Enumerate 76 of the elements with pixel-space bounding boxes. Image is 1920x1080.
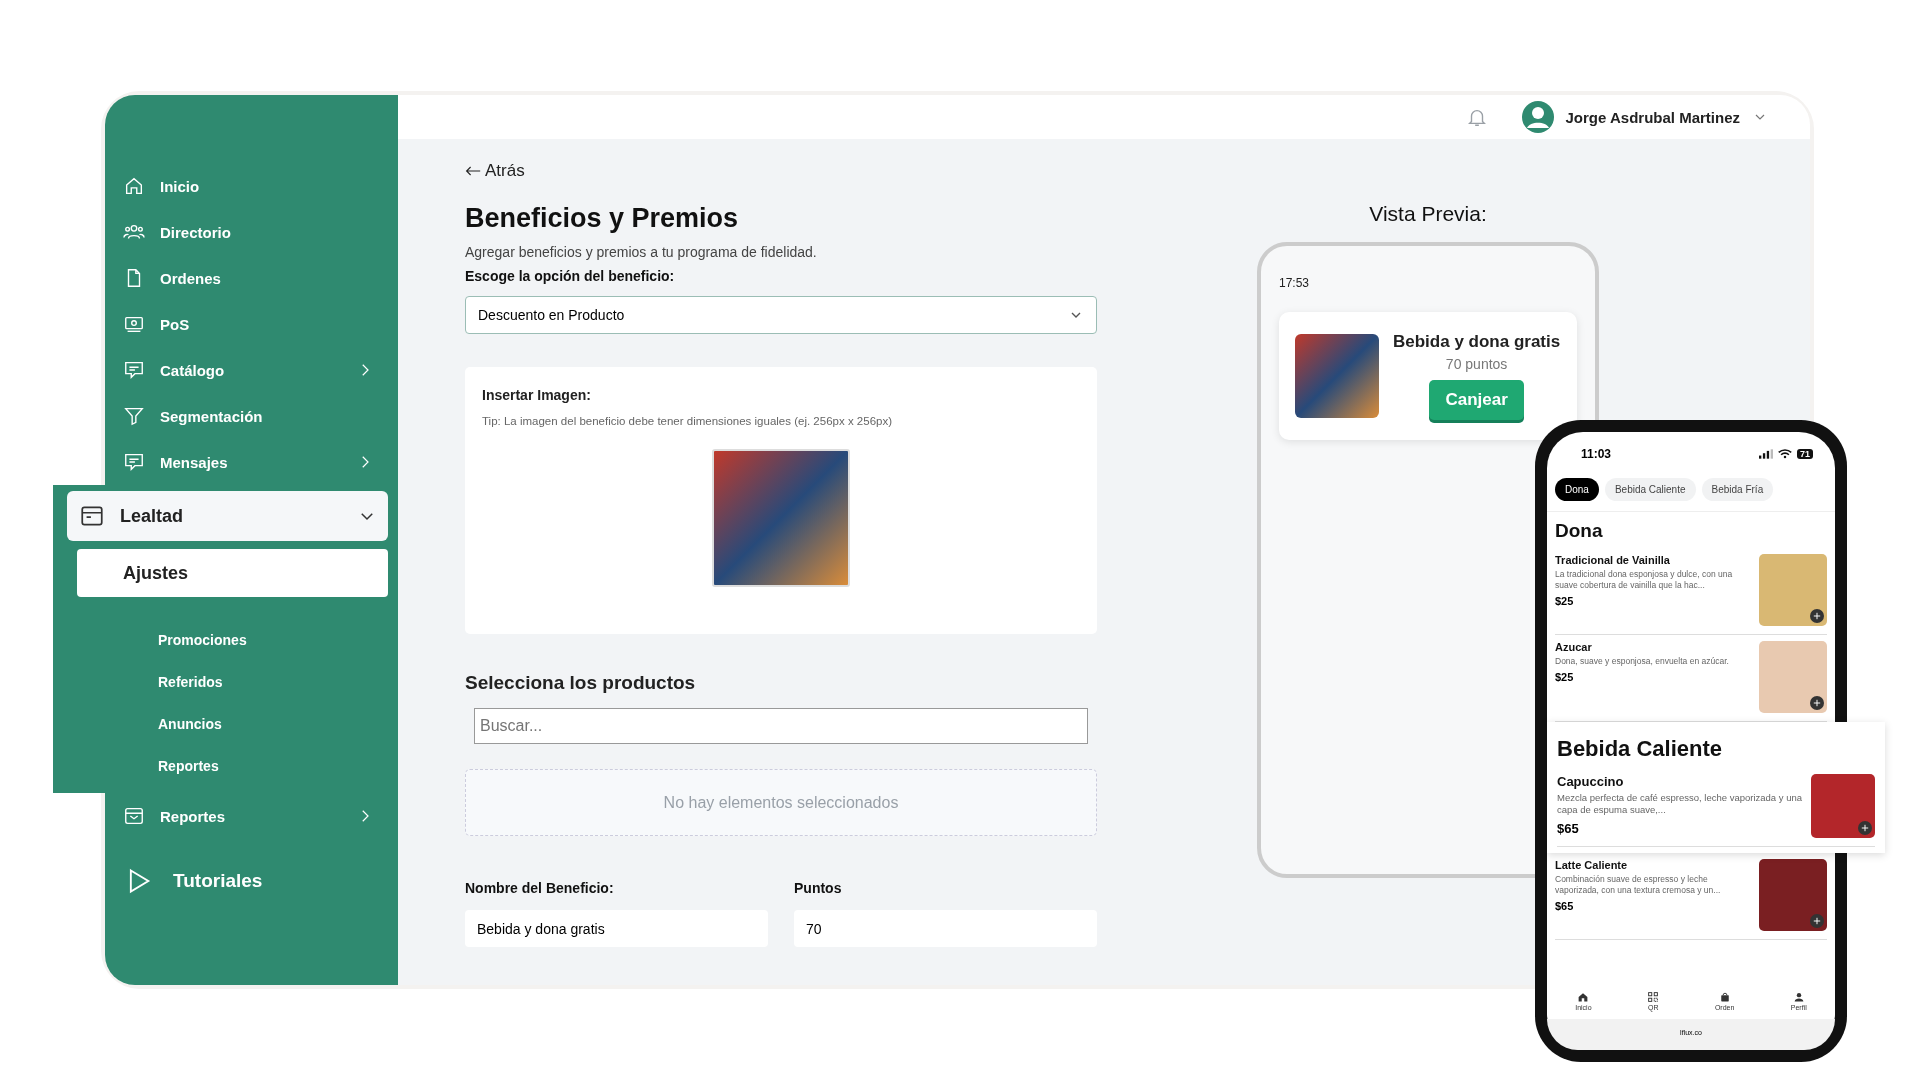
sidebar-item[interactable]: Lealtad — [67, 491, 388, 541]
photo-placeholder[interactable] — [712, 449, 850, 587]
field-label: Puntos — [794, 880, 843, 896]
sidebar-item[interactable]: Reportes — [105, 793, 398, 839]
product-name: Tradicional de Vainilla — [1555, 554, 1671, 566]
product-name: Latte Caliente — [1555, 859, 1629, 871]
person-icon — [1793, 992, 1804, 1002]
sidebar-item[interactable]: Catálogo — [105, 347, 398, 393]
bag-icon — [1719, 992, 1730, 1002]
product-price: $65 — [1557, 820, 1580, 836]
filter-icon — [123, 405, 145, 427]
product-name: Azucar — [1555, 641, 1593, 653]
points-field[interactable]: 70 — [794, 910, 1097, 947]
add-button[interactable] — [1810, 914, 1824, 928]
submenu-item[interactable]: Reportes — [67, 745, 398, 787]
empty-selection-message: No hay elementos seleccionados — [465, 769, 1097, 836]
sidebar-item[interactable]: PoS — [105, 301, 398, 347]
arrow-left-icon — [465, 166, 481, 176]
product-description: Combinación suave de espresso y leche vaporizada, con una textura cremosa y un... — [1555, 874, 1722, 897]
signal-icon — [1759, 449, 1773, 459]
product-description: Mezcla perfecta de café espresso, leche vaporizada y una capa de espuma suave,... — [1557, 792, 1804, 817]
sidebar-item[interactable]: Tutoriales — [105, 851, 398, 911]
qr-code-icon — [1648, 992, 1659, 1002]
field-label: Insertar Imagen: — [482, 387, 592, 403]
product-description: La tradicional dona esponjosa y dulce, con una suave cobertura de vainilla que la hac... — [1555, 569, 1734, 592]
add-button[interactable] — [1858, 821, 1872, 835]
status-time: 11:03 — [1581, 447, 1613, 461]
add-button[interactable] — [1810, 696, 1824, 710]
home-icon — [123, 175, 145, 197]
sidebar-item[interactable]: Mensajes — [105, 439, 398, 485]
battery-level: 71 — [1797, 449, 1813, 459]
field-label: Escoge la opción del beneficio: — [465, 268, 675, 284]
field-label: Nombre del Beneficio: — [465, 880, 615, 896]
benefit-dropdown[interactable]: Descuento en Producto — [465, 296, 1097, 334]
user-name[interactable]: Jorge Asdrubal Martinez — [1565, 108, 1740, 126]
plus-icon — [1813, 917, 1821, 925]
page-title: Beneficios y Premios — [465, 203, 739, 234]
sidebar-item[interactable]: Ordenes — [105, 255, 398, 301]
submenu-item[interactable]: Promociones — [67, 619, 398, 661]
wifi-icon — [1778, 449, 1792, 459]
add-button[interactable] — [1810, 609, 1824, 623]
chat-icon — [123, 359, 145, 381]
section-title: Selecciona los productos — [465, 672, 696, 694]
image-tip: Tip: La imagen del beneficio debe tener dimensiones iguales (ej. 256px x 256px) — [482, 415, 893, 427]
sidebar-item[interactable]: Inicio — [105, 163, 398, 209]
status-time: 17:53 — [1279, 276, 1311, 290]
reward-points: 70 puntos — [1445, 356, 1508, 372]
product-price: $25 — [1555, 595, 1575, 608]
page-subtitle: Agregar beneficios y premios a tu programa de fidelidad. — [465, 244, 817, 260]
submenu-item[interactable]: Referidos — [67, 661, 398, 703]
submenu-item[interactable]: Ajustes — [77, 549, 388, 597]
plus-icon — [1813, 612, 1821, 620]
chat-icon — [123, 451, 145, 473]
search-field[interactable]: Buscar... — [474, 708, 1088, 744]
card-icon — [123, 805, 145, 827]
product-price: $25 — [1555, 671, 1575, 684]
avatar-icon[interactable] — [1521, 101, 1554, 133]
submenu-item[interactable]: Anuncios — [67, 703, 398, 745]
category-tab[interactable]: Bebida Caliente — [1604, 478, 1696, 501]
product-description: Dona, suave y esponjosa, envuelta en azúcar. — [1555, 656, 1730, 668]
reward-title: Bebida y dona gratis — [1393, 332, 1561, 352]
benefit-name-field[interactable]: Bebida y dona gratis — [465, 910, 768, 947]
plus-icon — [1861, 824, 1869, 832]
plus-icon — [1813, 699, 1821, 707]
product-price: $65 — [1555, 900, 1575, 913]
section-title: Bebida Caliente — [1557, 736, 1724, 762]
category-tab[interactable]: Bebida Fría — [1701, 478, 1774, 501]
preview-title: Vista Previa: — [1369, 202, 1487, 226]
category-tab[interactable]: Dona — [1555, 478, 1599, 501]
sidebar-item[interactable]: Segmentación — [105, 393, 398, 439]
product-name: Capuccino — [1557, 774, 1625, 789]
wallet-icon — [79, 503, 105, 529]
home-icon — [1578, 992, 1589, 1002]
section-title: Dona — [1555, 520, 1604, 542]
sidebar-item[interactable]: Directorio — [105, 209, 398, 255]
back-link[interactable]: Atrás — [465, 161, 525, 181]
